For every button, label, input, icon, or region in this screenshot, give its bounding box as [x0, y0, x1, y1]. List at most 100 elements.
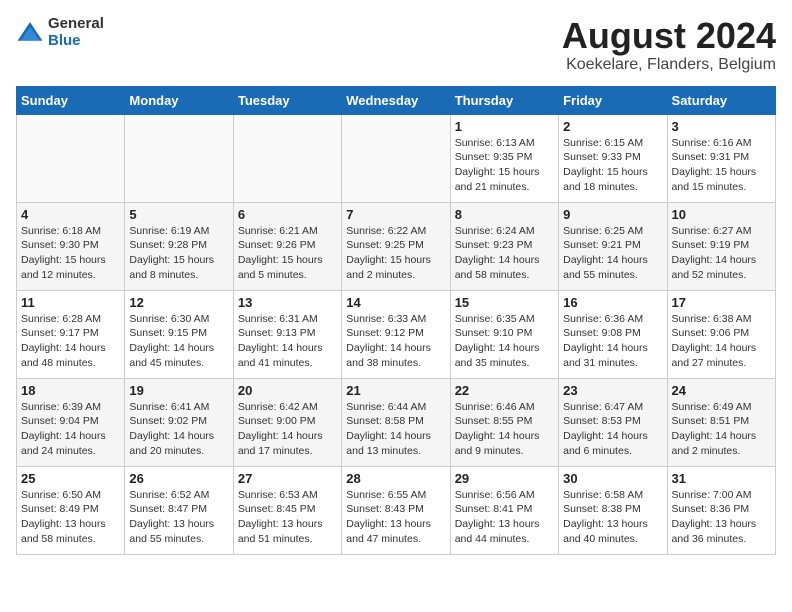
day-info: Sunrise: 6:49 AM Sunset: 8:51 PM Dayligh… — [672, 400, 771, 459]
day-info: Sunrise: 6:30 AM Sunset: 9:15 PM Dayligh… — [129, 312, 228, 371]
calendar-cell — [17, 114, 125, 202]
calendar-cell: 8 Sunrise: 6:24 AM Sunset: 9:23 PM Daylig… — [450, 202, 558, 290]
calendar-cell: 28Sunrise: 6:55 AM Sunset: 8:43 PM Dayli… — [342, 466, 450, 554]
day-number: 17 — [672, 295, 771, 310]
calendar-cell: 23 Sunrise: 6:47 AM Sunset: 8:53 PM Dayli… — [559, 378, 667, 466]
day-info: Sunrise: 6:24 AM Sunset: 9:23 PM Dayligh… — [455, 224, 554, 283]
day-number: 9 — [563, 207, 662, 222]
day-header-tuesday: Tuesday — [233, 86, 341, 114]
calendar-body: 1 Sunrise: 6:13 AM Sunset: 9:35 PM Daylig… — [17, 114, 776, 554]
day-info: Sunrise: 6:19 AM Sunset: 9:28 PM Dayligh… — [129, 224, 228, 283]
day-number: 2 — [563, 119, 662, 134]
day-info: Sunrise: 6:18 AM Sunset: 9:30 PM Dayligh… — [21, 224, 120, 283]
calendar-cell: 16 Sunrise: 6:36 AM Sunset: 9:08 PM Dayli… — [559, 290, 667, 378]
calendar-cell: 31Sunrise: 7:00 AM Sunset: 8:36 PM Dayli… — [667, 466, 775, 554]
day-info: Sunrise: 6:35 AM Sunset: 9:10 PM Dayligh… — [455, 312, 554, 371]
calendar-cell: 26 Sunrise: 6:52 AM Sunset: 8:47 PM Dayli… — [125, 466, 233, 554]
day-number: 28 — [346, 471, 445, 486]
day-number: 3 — [672, 119, 771, 134]
calendar-cell — [233, 114, 341, 202]
calendar-cell: 11 Sunrise: 6:28 AM Sunset: 9:17 PM Dayli… — [17, 290, 125, 378]
calendar-cell — [125, 114, 233, 202]
day-header-friday: Friday — [559, 86, 667, 114]
logo: General Blue — [16, 16, 104, 49]
calendar-cell: 4 Sunrise: 6:18 AM Sunset: 9:30 PM Daylig… — [17, 202, 125, 290]
day-number: 10 — [672, 207, 771, 222]
calendar-cell: 24 Sunrise: 6:49 AM Sunset: 8:51 PM Dayli… — [667, 378, 775, 466]
calendar-week-row: 25 Sunrise: 6:50 AM Sunset: 8:49 PM Dayli… — [17, 466, 776, 554]
day-info: Sunrise: 6:33 AM Sunset: 9:12 PM Dayligh… — [346, 312, 445, 371]
day-number: 11 — [21, 295, 120, 310]
day-header-wednesday: Wednesday — [342, 86, 450, 114]
day-info: Sunrise: 6:22 AM Sunset: 9:25 PM Dayligh… — [346, 224, 445, 283]
day-number: 24 — [672, 383, 771, 398]
day-header-monday: Monday — [125, 86, 233, 114]
day-number: 13 — [238, 295, 337, 310]
day-number: 1 — [455, 119, 554, 134]
day-info: Sunrise: 6:21 AM Sunset: 9:26 PM Dayligh… — [238, 224, 337, 283]
logo-icon — [16, 19, 44, 47]
day-info: Sunrise: 6:28 AM Sunset: 9:17 PM Dayligh… — [21, 312, 120, 371]
day-number: 7 — [346, 207, 445, 222]
day-info: Sunrise: 6:47 AM Sunset: 8:53 PM Dayligh… — [563, 400, 662, 459]
day-number: 19 — [129, 383, 228, 398]
day-number: 23 — [563, 383, 662, 398]
calendar-cell: 15Sunrise: 6:35 AM Sunset: 9:10 PM Dayli… — [450, 290, 558, 378]
day-info: Sunrise: 6:56 AM Sunset: 8:41 PM Dayligh… — [455, 488, 554, 547]
day-number: 21 — [346, 383, 445, 398]
logo-text: General Blue — [48, 16, 104, 49]
day-number: 16 — [563, 295, 662, 310]
day-number: 31 — [672, 471, 771, 486]
day-info: Sunrise: 6:52 AM Sunset: 8:47 PM Dayligh… — [129, 488, 228, 547]
day-number: 8 — [455, 207, 554, 222]
calendar-week-row: 18 Sunrise: 6:39 AM Sunset: 9:04 PM Dayli… — [17, 378, 776, 466]
calendar-cell: 21 Sunrise: 6:44 AM Sunset: 8:58 PM Dayli… — [342, 378, 450, 466]
day-number: 18 — [21, 383, 120, 398]
day-header-sunday: Sunday — [17, 86, 125, 114]
day-info: Sunrise: 6:44 AM Sunset: 8:58 PM Dayligh… — [346, 400, 445, 459]
day-info: Sunrise: 6:41 AM Sunset: 9:02 PM Dayligh… — [129, 400, 228, 459]
day-header-saturday: Saturday — [667, 86, 775, 114]
day-info: Sunrise: 6:58 AM Sunset: 8:38 PM Dayligh… — [563, 488, 662, 547]
calendar-cell: 20Sunrise: 6:42 AM Sunset: 9:00 PM Dayli… — [233, 378, 341, 466]
header: General Blue August 2024 Koekelare, Flan… — [16, 16, 776, 74]
calendar-cell: 2 Sunrise: 6:15 AM Sunset: 9:33 PM Daylig… — [559, 114, 667, 202]
day-info: Sunrise: 6:39 AM Sunset: 9:04 PM Dayligh… — [21, 400, 120, 459]
day-number: 22 — [455, 383, 554, 398]
calendar-cell: 1 Sunrise: 6:13 AM Sunset: 9:35 PM Daylig… — [450, 114, 558, 202]
calendar-cell: 13 Sunrise: 6:31 AM Sunset: 9:13 PM Dayli… — [233, 290, 341, 378]
calendar-cell: 5Sunrise: 6:19 AM Sunset: 9:28 PM Daylig… — [125, 202, 233, 290]
calendar-cell: 19 Sunrise: 6:41 AM Sunset: 9:02 PM Dayli… — [125, 378, 233, 466]
day-info: Sunrise: 6:27 AM Sunset: 9:19 PM Dayligh… — [672, 224, 771, 283]
calendar-cell: 14 Sunrise: 6:33 AM Sunset: 9:12 PM Dayli… — [342, 290, 450, 378]
day-info: Sunrise: 6:15 AM Sunset: 9:33 PM Dayligh… — [563, 136, 662, 195]
calendar-cell: 22 Sunrise: 6:46 AM Sunset: 8:55 PM Dayli… — [450, 378, 558, 466]
day-number: 20 — [238, 383, 337, 398]
calendar-cell: 18 Sunrise: 6:39 AM Sunset: 9:04 PM Dayli… — [17, 378, 125, 466]
main-title: August 2024 — [562, 16, 776, 56]
subtitle: Koekelare, Flanders, Belgium — [562, 56, 776, 74]
day-number: 30 — [563, 471, 662, 486]
day-info: Sunrise: 6:53 AM Sunset: 8:45 PM Dayligh… — [238, 488, 337, 547]
calendar-cell: 12Sunrise: 6:30 AM Sunset: 9:15 PM Dayli… — [125, 290, 233, 378]
day-number: 4 — [21, 207, 120, 222]
calendar-table: SundayMondayTuesdayWednesdayThursdayFrid… — [16, 86, 776, 555]
day-number: 25 — [21, 471, 120, 486]
day-info: Sunrise: 6:38 AM Sunset: 9:06 PM Dayligh… — [672, 312, 771, 371]
calendar-cell: 6Sunrise: 6:21 AM Sunset: 9:26 PM Daylig… — [233, 202, 341, 290]
day-info: Sunrise: 6:36 AM Sunset: 9:08 PM Dayligh… — [563, 312, 662, 371]
day-number: 26 — [129, 471, 228, 486]
day-info: Sunrise: 6:50 AM Sunset: 8:49 PM Dayligh… — [21, 488, 120, 547]
calendar-cell: 3 Sunrise: 6:16 AM Sunset: 9:31 PM Daylig… — [667, 114, 775, 202]
day-info: Sunrise: 6:13 AM Sunset: 9:35 PM Dayligh… — [455, 136, 554, 195]
calendar-cell: 7 Sunrise: 6:22 AM Sunset: 9:25 PM Daylig… — [342, 202, 450, 290]
title-area: August 2024 Koekelare, Flanders, Belgium — [562, 16, 776, 74]
day-header-thursday: Thursday — [450, 86, 558, 114]
day-number: 14 — [346, 295, 445, 310]
calendar-cell: 9Sunrise: 6:25 AM Sunset: 9:21 PM Daylig… — [559, 202, 667, 290]
day-info: Sunrise: 6:16 AM Sunset: 9:31 PM Dayligh… — [672, 136, 771, 195]
day-info: Sunrise: 6:46 AM Sunset: 8:55 PM Dayligh… — [455, 400, 554, 459]
calendar-cell: 30 Sunrise: 6:58 AM Sunset: 8:38 PM Dayli… — [559, 466, 667, 554]
day-info: Sunrise: 6:31 AM Sunset: 9:13 PM Dayligh… — [238, 312, 337, 371]
day-number: 27 — [238, 471, 337, 486]
